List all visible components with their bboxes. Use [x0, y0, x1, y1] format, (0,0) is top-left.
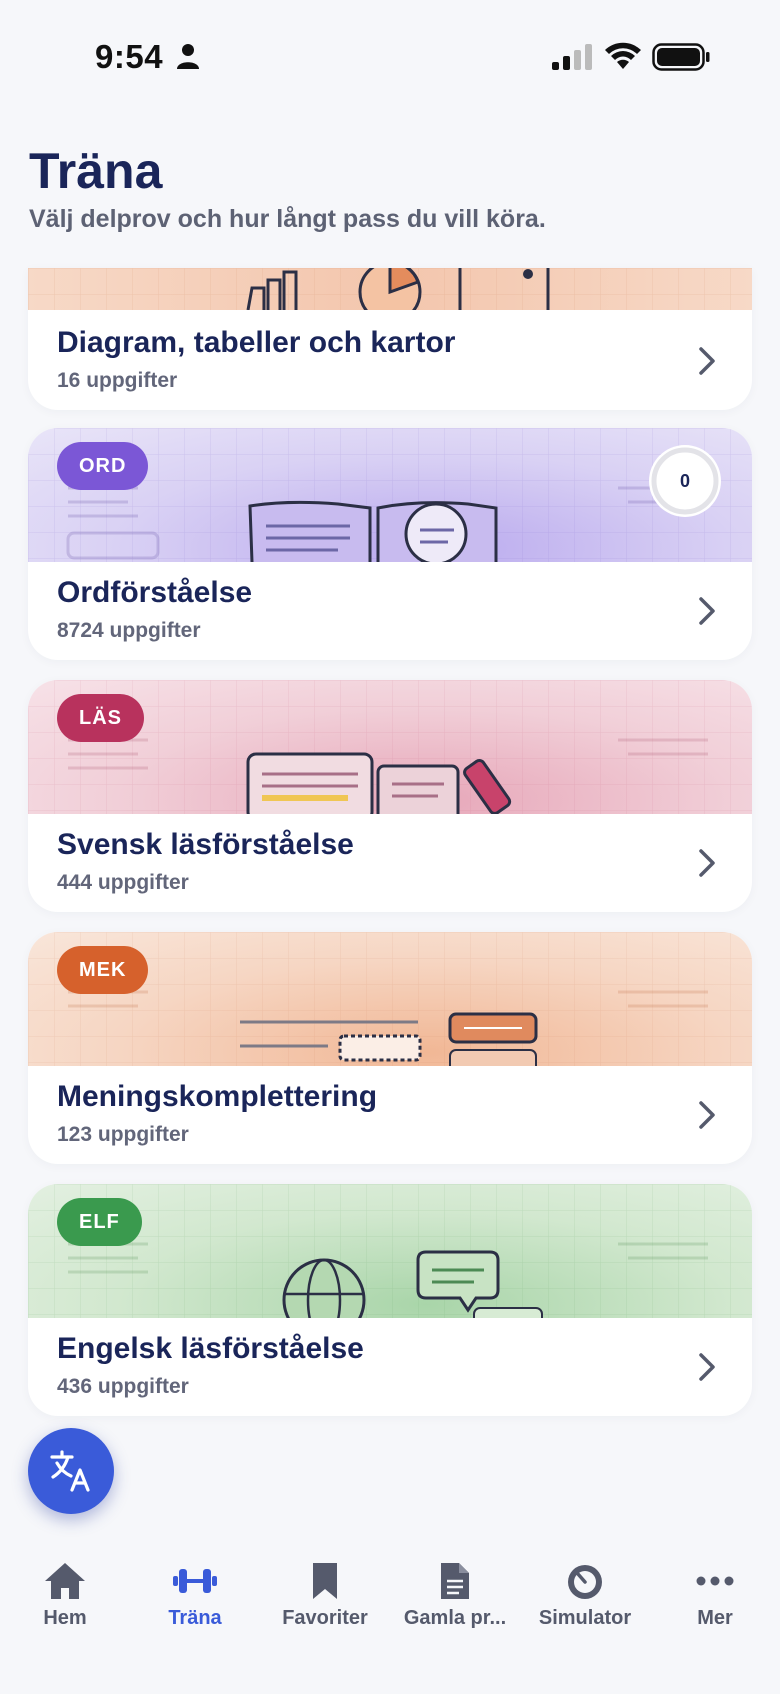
card-title: Meningskomplettering	[57, 1080, 378, 1113]
category-badge: ORD	[57, 442, 149, 490]
page-subtitle: Välj delprov och hur långt pass du vill …	[29, 205, 546, 233]
card-banner: LÄS	[28, 680, 752, 814]
category-badge: MEK	[57, 946, 149, 994]
battery-icon	[652, 43, 710, 71]
tab-favoriter[interactable]: Favoriter	[260, 1561, 390, 1651]
card-count: 444 uppgifter	[57, 871, 189, 894]
card-svensk-lasforstaelse[interactable]: LÄS Svensk läsförståelse 444 uppgifter	[28, 680, 752, 912]
card-title: Engelsk läsförståelse	[57, 1332, 364, 1365]
card-count: 123 uppgifter	[57, 1123, 189, 1146]
translate-icon	[50, 1450, 90, 1492]
progress-value: 0	[679, 471, 690, 491]
wifi-icon	[605, 42, 641, 69]
bookmark-icon	[313, 1563, 337, 1599]
status-time: 9:54	[95, 38, 164, 75]
page-title: Träna	[29, 143, 163, 199]
chart-illustration	[246, 268, 550, 310]
card-banner: ELF	[28, 1184, 752, 1318]
tab-label: Mer	[697, 1607, 733, 1629]
category-badge: ELF	[57, 1198, 142, 1246]
dumbbell-icon	[173, 1569, 217, 1593]
chevron-right-icon	[699, 347, 715, 375]
card-banner: ORD 0	[28, 428, 752, 562]
tab-mer[interactable]: Mer	[650, 1561, 780, 1651]
card-ordforstaelse[interactable]: ORD 0 Ordförståelse 8724 uppgifter	[28, 428, 752, 660]
tab-simulator[interactable]: Simulator	[520, 1561, 650, 1651]
card-banner: MEK	[28, 932, 752, 1066]
chevron-right-icon	[699, 597, 715, 625]
home-icon	[45, 1563, 85, 1599]
tab-bar: Hem Träna Favoriter Gamla pr... Simulato…	[0, 1545, 780, 1694]
tab-label: Gamla pr...	[403, 1607, 507, 1629]
tab-label: Favoriter	[282, 1607, 368, 1629]
card-engelsk-lasforstaelse[interactable]: ELF Engelsk läsförståelse 436 uppgifter	[28, 1184, 752, 1416]
card-title: Svensk läsförståelse	[57, 828, 354, 861]
tab-label: Hem	[43, 1607, 87, 1629]
card-count: 16 uppgifter	[57, 369, 178, 392]
card-count: 8724 uppgifter	[57, 619, 201, 642]
card-banner	[28, 268, 752, 310]
tab-gamla-prov[interactable]: Gamla pr...	[390, 1561, 520, 1651]
person-icon	[177, 44, 199, 69]
translate-button[interactable]	[28, 1428, 114, 1514]
chevron-right-icon	[699, 849, 715, 877]
card-title: Diagram, tabeller och kartor	[57, 326, 456, 359]
tab-label: Simulator	[538, 1607, 632, 1629]
tab-trana[interactable]: Träna	[130, 1561, 260, 1651]
card-count: 436 uppgifter	[57, 1375, 189, 1398]
card-meningskomplettering[interactable]: MEK Meningskomplettering 123 uppgifter	[28, 932, 752, 1164]
timer-icon	[568, 1565, 602, 1599]
card-title: Ordförståelse	[57, 576, 253, 609]
chevron-right-icon	[699, 1353, 715, 1381]
status-bar: 9:54	[0, 0, 780, 112]
cellular-signal-icon	[552, 44, 592, 70]
chevron-right-icon	[699, 1101, 715, 1129]
document-icon	[441, 1563, 469, 1599]
tab-hem[interactable]: Hem	[0, 1561, 130, 1651]
more-icon	[696, 1576, 734, 1586]
card-diagram[interactable]: Diagram, tabeller och kartor 16 uppgifte…	[28, 268, 752, 410]
globe-illustration	[68, 1242, 708, 1318]
tab-label: Träna	[168, 1607, 222, 1629]
category-badge: LÄS	[57, 694, 144, 742]
